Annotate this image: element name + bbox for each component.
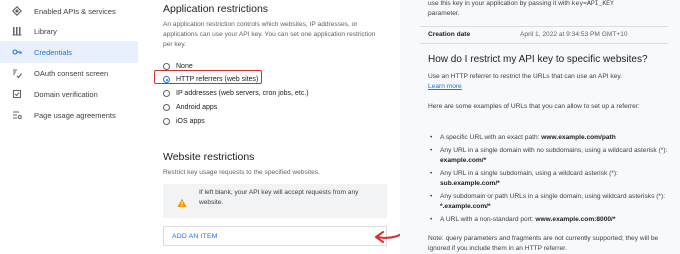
sidebar-item-library[interactable]: Library	[0, 20, 138, 42]
radio-circle[interactable]	[163, 63, 170, 70]
radio-circle[interactable]	[163, 76, 170, 83]
question-desc: Use an HTTP referrer to restrict the URL…	[428, 73, 622, 80]
bullet-url: *.example.com/*	[440, 203, 491, 210]
radio-label: Android apps	[176, 104, 218, 111]
bullet-text: Any subdomain or path URLs in a single d…	[440, 193, 666, 200]
list-item: Any URL in a single subdomain, using a w…	[430, 169, 672, 189]
sidebar-item-domain-verification[interactable]: Domain verification	[0, 83, 138, 105]
sidebar-item-label: Page usage agreements	[34, 110, 116, 120]
checkbox-icon	[12, 89, 22, 99]
warning-icon	[177, 195, 187, 207]
examples-intro: Here are some examples of URLs that you …	[428, 103, 640, 110]
add-an-item-label: ADD AN ITEM	[172, 233, 218, 240]
sidebar-item-oauth-consent[interactable]: OAuth consent screen	[0, 62, 138, 84]
list-item: Any subdomain or path URLs in a single d…	[430, 192, 672, 212]
list-item: Any URL in a single domain with no subdo…	[430, 146, 672, 166]
sidebar-item-label: Enabled APIs & services	[34, 6, 116, 16]
list-item: A specific URL with an exact path: www.e…	[430, 133, 672, 143]
bullet-text: A specific URL with an exact path:	[440, 134, 542, 141]
radio-http-referrers[interactable]: HTTP referrers (web sites)	[163, 74, 258, 85]
radio-circle[interactable]	[163, 104, 170, 111]
sidebar: Enabled APIs & services Library Credenti…	[0, 0, 139, 254]
warning-text: If left blank, your API key will accept …	[199, 189, 359, 206]
settings-list-icon	[12, 110, 22, 120]
sidebar-item-label: OAuth consent screen	[34, 68, 109, 78]
radio-circle[interactable]	[163, 118, 170, 125]
bullet-url: example.com/*	[440, 157, 487, 164]
application-restrictions-description: An application restriction controls whic…	[163, 21, 376, 48]
bullet-text: A URL with a non-standard port:	[440, 216, 536, 223]
diamond-icon	[12, 6, 22, 16]
learn-more-link[interactable]: Learn more	[428, 83, 462, 90]
bullet-url: sub.example.com/*	[440, 180, 500, 187]
creation-date-label: Creation date	[428, 31, 471, 38]
sidebar-item-label: Credentials	[34, 47, 72, 57]
website-restrictions-description: Restrict key usage requests to the speci…	[163, 169, 320, 176]
warning-banner: If left blank, your API key will accept …	[163, 184, 387, 218]
sidebar-item-credentials[interactable]: Credentials	[0, 41, 138, 63]
bullet-text: Any URL in a single domain with no subdo…	[440, 147, 668, 154]
creation-date-value: April 1, 2022 at 9:34:53 PM GMT+10	[520, 31, 628, 38]
library-icon	[12, 26, 22, 36]
add-an-item-button[interactable]: ADD AN ITEM	[163, 226, 387, 246]
sidebar-item-enabled-apis[interactable]: Enabled APIs & services	[0, 0, 138, 22]
radio-android-apps[interactable]: Android apps	[163, 102, 217, 113]
restrict-question-description: Use an HTTP referrer to restrict the URL…	[428, 72, 668, 92]
consent-icon	[12, 68, 22, 78]
referrer-note: Note: query parameters and fragments are…	[428, 235, 659, 252]
restrict-question-title: How do I restrict my API key to specific…	[428, 54, 648, 65]
radio-circle[interactable]	[163, 90, 170, 97]
sidebar-item-label: Library	[34, 26, 57, 36]
intro-code: key=API_KEY	[571, 0, 614, 7]
list-item: A URL with a non-standard port: www.exam…	[430, 215, 672, 225]
intro-text: use this key in your application by pass…	[428, 0, 668, 19]
radio-label: HTTP referrers (web sites)	[176, 76, 259, 83]
bullet-url: www.example.com:8000/*	[535, 216, 616, 223]
radio-label: iOS apps	[176, 118, 205, 125]
intro-prefix: use this key in your application by pass…	[428, 0, 572, 7]
application-restrictions-title: Application restrictions	[163, 3, 269, 15]
main-panel: Application restrictions An application …	[138, 0, 400, 254]
radio-ios-apps[interactable]: iOS apps	[163, 116, 205, 127]
bullet-url: www.example.com/path	[541, 134, 616, 141]
intro-suffix: parameter.	[428, 10, 460, 17]
bullet-text: Any URL in a single subdomain, using a w…	[440, 170, 618, 177]
radio-ip-addresses[interactable]: IP addresses (web servers, cron jobs, et…	[163, 88, 309, 99]
sidebar-item-label: Domain verification	[34, 89, 98, 99]
help-panel: use this key in your application by pass…	[400, 0, 680, 254]
creation-date-row: Creation date April 1, 2022 at 9:34:53 P…	[420, 26, 668, 44]
sidebar-item-page-usage[interactable]: Page usage agreements	[0, 104, 138, 126]
radio-label: IP addresses (web servers, cron jobs, et…	[176, 90, 309, 97]
key-icon	[12, 47, 22, 57]
radio-label: None	[176, 63, 193, 70]
website-restrictions-title: Website restrictions	[163, 151, 255, 163]
